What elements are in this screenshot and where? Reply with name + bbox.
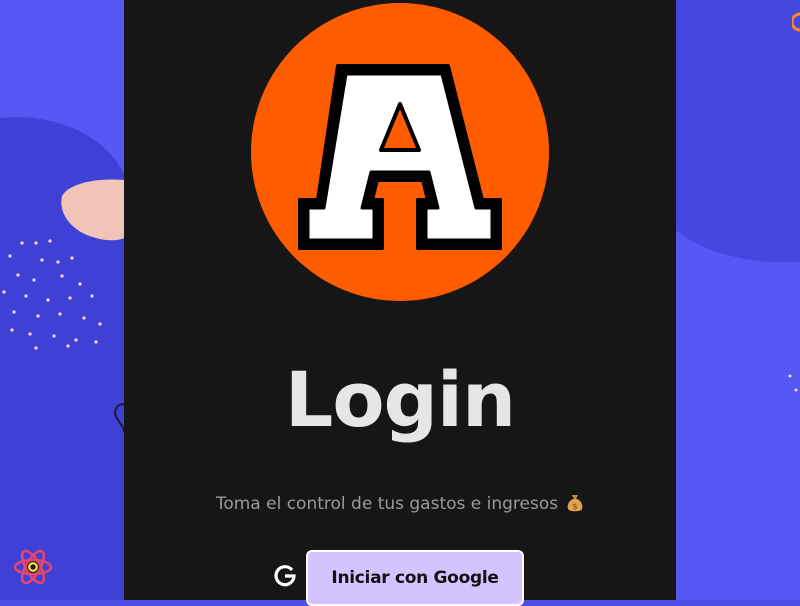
- page-title: Login: [284, 355, 516, 444]
- svg-text:$: $: [573, 502, 578, 511]
- app-logo: [251, 3, 549, 301]
- subtitle-text: Toma el control de tus gastos e ingresos: [215, 494, 559, 514]
- money-bag-icon: $: [567, 495, 583, 512]
- google-login-button[interactable]: Iniciar con Google: [306, 550, 524, 606]
- google-icon: [274, 565, 296, 587]
- edge-partial-icon: [792, 12, 800, 32]
- subtitle: Toma el control de tus gastos e ingresos…: [124, 492, 676, 516]
- react-icon: [13, 549, 53, 585]
